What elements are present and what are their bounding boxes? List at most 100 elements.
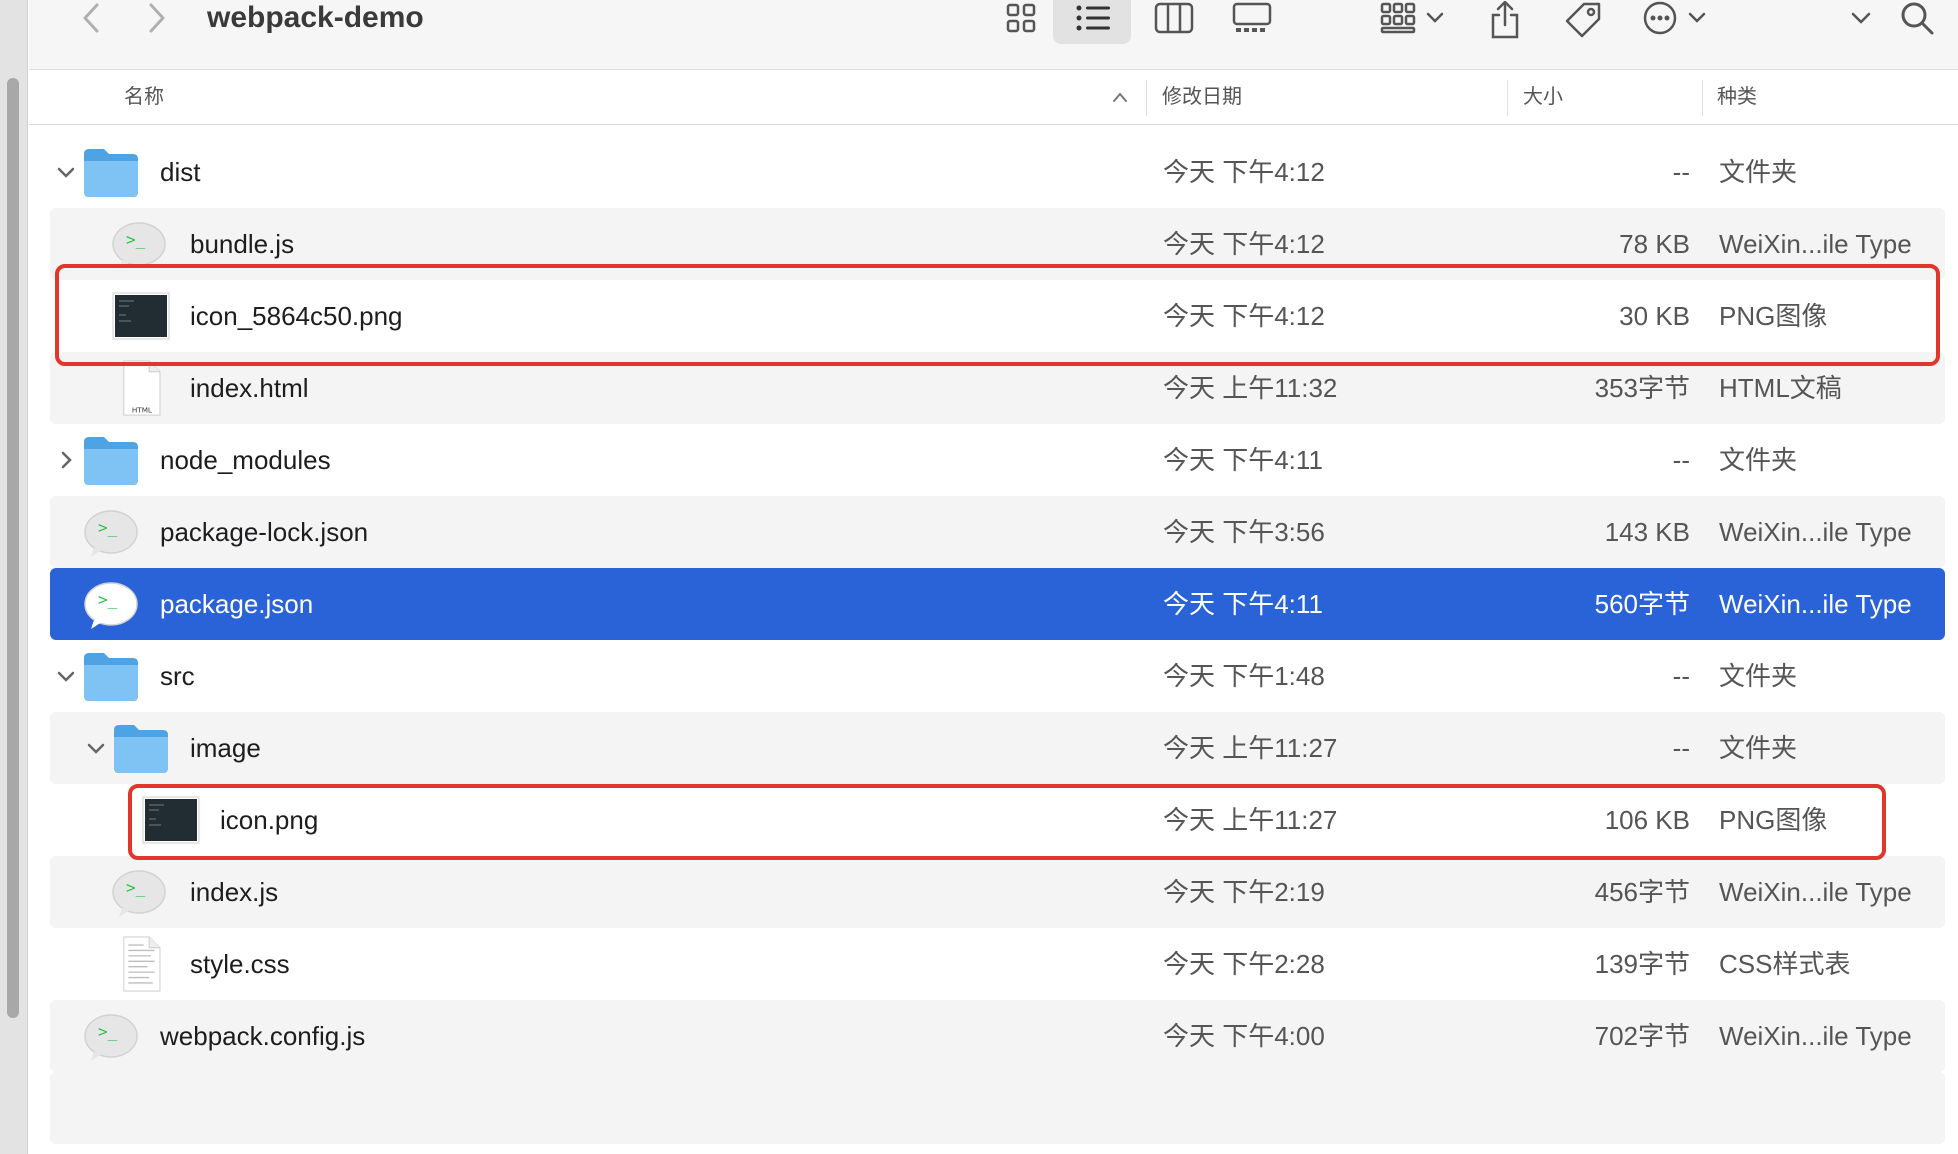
search-icon [1901,2,1934,35]
tag-icon [1565,2,1601,38]
list-item[interactable]: >_ index.js 今天 下午2:19 456字节 WeiXin...ile… [50,856,1945,928]
file-name: webpack.config.js [160,1021,366,1051]
svg-text:>_: >_ [126,230,146,249]
file-size: -- [1672,445,1690,475]
list-item-selected[interactable]: >_ package.json 今天 下午4:11 560字节 WeiXin..… [50,568,1945,640]
disclosure-expanded-icon[interactable] [54,664,78,688]
file-kind: 文件夹 [1719,733,1798,763]
wechat-file-icon: >_ [84,1014,138,1061]
folder-icon [114,725,168,773]
wechat-file-icon: >_ [84,582,138,629]
file-date: 今天 下午4:12 [1163,157,1325,187]
file-name: node_modules [160,445,331,475]
share-icon [1491,1,1519,39]
file-size: -- [1672,661,1690,691]
sort-ascending-icon[interactable] [1111,90,1129,104]
file-kind: WeiXin...ile Type [1719,589,1912,619]
file-size: 702字节 [1594,1021,1690,1051]
annotation-highlight-box [128,784,1886,860]
group-button[interactable] [1375,0,1455,36]
icon-view-button[interactable] [999,0,1043,36]
file-name: src [160,661,195,691]
disclosure-expanded-icon[interactable] [54,160,78,184]
column-date[interactable]: 修改日期 [1162,70,1242,125]
gallery-view-button[interactable] [1227,0,1277,36]
file-name: image [190,733,261,763]
back-button[interactable] [69,0,113,36]
file-date: 今天 下午1:48 [1163,661,1325,691]
file-name: style.css [190,949,290,979]
svg-text:>_: >_ [98,518,118,537]
column-view-button[interactable] [1149,0,1199,36]
list-item[interactable]: image 今天 上午11:27 -- 文件夹 [50,712,1945,784]
file-name: package-lock.json [160,517,369,547]
file-kind: WeiXin...ile Type [1719,877,1912,907]
file-date: 今天 下午3:56 [1163,517,1325,547]
list-item[interactable]: src 今天 下午1:48 -- 文件夹 [50,640,1945,712]
folder-icon [84,437,138,485]
file-size: -- [1672,157,1690,187]
forward-button[interactable] [135,0,179,36]
file-kind: CSS样式表 [1719,949,1851,979]
file-kind: WeiXin...ile Type [1719,517,1912,547]
column-header: 名称 修改日期 大小 种类 [29,70,1958,125]
list-item[interactable]: dist 今天 下午4:12 -- 文件夹 [50,136,1945,208]
share-button[interactable] [1483,0,1527,40]
svg-text:>_: >_ [126,878,146,897]
file-kind: 文件夹 [1719,661,1798,691]
file-date: 今天 上午11:27 [1163,733,1338,763]
file-size: 456字节 [1594,877,1690,907]
window-title: webpack-demo [207,1,424,34]
column-divider[interactable] [1702,80,1703,116]
grid-icon [1006,3,1036,33]
list-view-button[interactable] [1071,0,1115,36]
wechat-file-icon: >_ [112,870,166,917]
gallery-icon [1232,2,1272,32]
svg-text:HTML: HTML [132,405,152,414]
sidebar-scrollbar[interactable] [7,78,19,1018]
column-name[interactable]: 名称 [124,70,164,125]
folder-icon [84,653,138,701]
toolbar: webpack-demo [29,0,1958,70]
file-kind: 文件夹 [1719,445,1798,475]
html-document-icon: HTML [123,360,161,416]
columns-icon [1154,2,1194,34]
file-name: dist [160,157,201,187]
empty-row [50,1072,1945,1144]
list-icon [1076,5,1110,31]
list-item[interactable]: >_ package-lock.json 今天 下午3:56 143 KB We… [50,496,1945,568]
file-size: 560字节 [1594,589,1690,619]
file-date: 今天 下午2:28 [1163,949,1325,979]
column-size[interactable]: 大小 [1523,70,1563,125]
file-kind: WeiXin...ile Type [1719,1021,1912,1051]
group-icon [1380,2,1444,34]
column-kind[interactable]: 种类 [1717,70,1757,125]
column-divider[interactable] [1146,80,1147,116]
svg-text:>_: >_ [98,1022,118,1041]
more-actions-button[interactable] [1637,0,1717,36]
disclosure-collapsed-icon[interactable] [54,448,78,472]
tag-button[interactable] [1561,0,1605,40]
ellipsis-circle-icon [1643,1,1706,35]
file-name: package.json [160,589,314,619]
file-size: 139字节 [1594,949,1690,979]
file-name: index.js [190,877,279,907]
file-date: 今天 下午4:00 [1163,1021,1325,1051]
list-item[interactable]: >_ webpack.config.js 今天 下午4:00 702字节 Wei… [50,1000,1945,1072]
file-date: 今天 下午4:11 [1163,589,1323,619]
file-date: 今天 下午4:11 [1163,445,1323,475]
chevron-down-icon [1851,12,1871,24]
file-size: -- [1672,733,1690,763]
list-item[interactable]: node_modules 今天 下午4:11 -- 文件夹 [50,424,1945,496]
annotation-highlight-box [55,264,1940,366]
sidebar-edge [0,0,28,1154]
chevron-right-icon [149,3,165,33]
column-divider[interactable] [1507,80,1508,116]
list-item[interactable]: style.css 今天 下午2:28 139字节 CSS样式表 [50,928,1945,1000]
file-date: 今天 下午2:19 [1163,877,1325,907]
file-size: 143 KB [1604,517,1690,547]
disclosure-expanded-icon[interactable] [84,736,108,760]
wechat-file-icon: >_ [84,510,138,557]
overflow-button[interactable] [1841,0,1881,36]
search-button[interactable] [1895,0,1939,36]
